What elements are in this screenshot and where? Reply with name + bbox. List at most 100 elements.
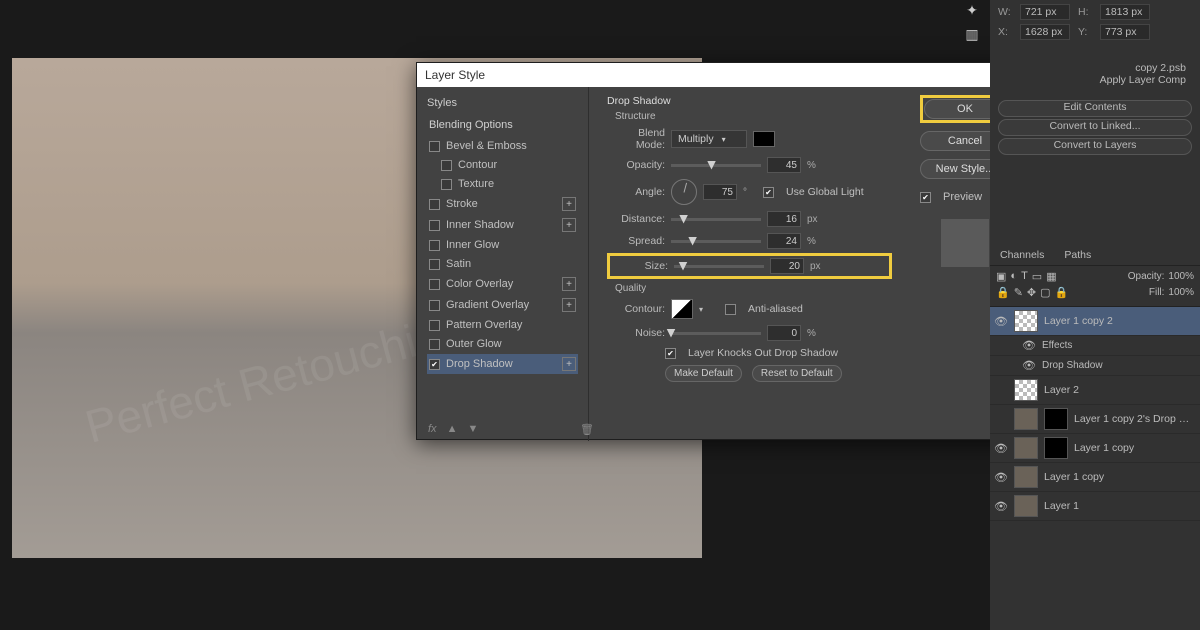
plus-icon[interactable]: + (562, 357, 576, 371)
fill-value[interactable]: 100% (1168, 287, 1194, 298)
plus-icon[interactable]: + (562, 218, 576, 232)
visibility-icon[interactable]: 👁 (994, 442, 1008, 455)
plus-icon[interactable]: + (562, 298, 576, 312)
style-outer-glow[interactable]: Outer Glow (427, 335, 578, 353)
effect-checkbox[interactable] (441, 160, 452, 171)
sparkle-icon[interactable]: ✦ (963, 2, 981, 20)
visibility-icon[interactable]: 👁 (994, 471, 1008, 484)
spread-slider[interactable] (671, 240, 761, 243)
distance-input[interactable] (767, 211, 801, 227)
smart-icon[interactable]: ▦ (1046, 270, 1056, 283)
reset-default-button[interactable]: Reset to Default (752, 365, 842, 382)
style-drop-shadow[interactable]: Drop Shadow+ (427, 354, 578, 374)
noise-input[interactable] (767, 325, 801, 341)
bars-icon[interactable]: ▥ (963, 26, 981, 44)
effect-checkbox[interactable] (429, 359, 440, 370)
effect-checkbox[interactable] (429, 199, 440, 210)
effect-checkbox[interactable] (429, 320, 440, 331)
w-value[interactable]: 721 px (1020, 4, 1070, 20)
spread-input[interactable] (767, 233, 801, 249)
knockout-checkbox[interactable] (665, 348, 676, 359)
edit-contents-button[interactable]: Edit Contents (998, 100, 1192, 117)
lock-all-icon[interactable]: 🔒 (1055, 286, 1069, 299)
dialog-titlebar[interactable]: Layer Style ✕ (417, 63, 1020, 87)
effect-checkbox[interactable] (429, 279, 440, 290)
h-value[interactable]: 1813 px (1100, 4, 1150, 20)
effect-checkbox[interactable] (429, 300, 440, 311)
layer-row[interactable]: 👁Layer 1 copy 2 (990, 307, 1200, 336)
mask-thumbnail[interactable] (1044, 437, 1068, 459)
shadow-color-swatch[interactable] (753, 131, 775, 147)
shape-icon[interactable]: ▭ (1032, 270, 1042, 283)
layer-row[interactable]: 👁Layer 1 copy (990, 463, 1200, 492)
opacity-slider[interactable] (671, 164, 761, 167)
style-inner-shadow[interactable]: Inner Shadow+ (427, 215, 578, 235)
opacity-input[interactable] (767, 157, 801, 173)
size-slider[interactable] (674, 265, 764, 268)
effect-checkbox[interactable] (441, 179, 452, 190)
effect-checkbox[interactable] (429, 339, 440, 350)
visibility-icon[interactable]: 👁 (994, 500, 1008, 513)
trash-icon[interactable]: 🗑 (580, 423, 594, 436)
filter-icon[interactable]: ▣ (996, 270, 1006, 283)
effect-checkbox[interactable] (429, 141, 440, 152)
text-icon[interactable]: T (1021, 270, 1028, 283)
antialiased-checkbox[interactable] (725, 304, 736, 315)
convert-linked-button[interactable]: Convert to Linked... (998, 119, 1192, 136)
style-color-overlay[interactable]: Color Overlay+ (427, 274, 578, 294)
style-bevel-emboss[interactable]: Bevel & Emboss (427, 137, 578, 155)
style-gradient-overlay[interactable]: Gradient Overlay+ (427, 295, 578, 315)
angle-input[interactable] (703, 184, 737, 200)
layer-thumbnail[interactable] (1014, 408, 1038, 430)
plus-icon[interactable]: + (562, 277, 576, 291)
style-satin[interactable]: Satin (427, 255, 578, 273)
blending-options[interactable]: Blending Options (427, 115, 578, 135)
visibility-icon[interactable]: 👁 (1022, 339, 1036, 352)
style-texture[interactable]: Texture (427, 175, 578, 193)
size-input[interactable] (770, 258, 804, 274)
make-default-button[interactable]: Make Default (665, 365, 742, 382)
convert-layers-button[interactable]: Convert to Layers (998, 138, 1192, 155)
layer-row[interactable]: Layer 2 (990, 376, 1200, 405)
tab-paths[interactable]: Paths (1054, 245, 1101, 265)
effect-checkbox[interactable] (429, 220, 440, 231)
effect-checkbox[interactable] (429, 259, 440, 270)
y-value[interactable]: 773 px (1100, 24, 1150, 40)
preview-checkbox[interactable] (920, 192, 931, 203)
style-contour[interactable]: Contour (427, 156, 578, 174)
opacity-value[interactable]: 100% (1168, 271, 1194, 282)
noise-slider[interactable] (671, 332, 761, 335)
move-icon[interactable]: ✥ (1027, 286, 1036, 299)
layer-row[interactable]: 👁Layer 1 copy (990, 434, 1200, 463)
layer-thumbnail[interactable] (1014, 310, 1038, 332)
layer-thumbnail[interactable] (1014, 495, 1038, 517)
layer-thumbnail[interactable] (1014, 466, 1038, 488)
artboard-icon[interactable]: ▢ (1040, 286, 1050, 299)
global-light-checkbox[interactable] (763, 187, 774, 198)
apply-layer-comp[interactable]: Apply Layer Comp (998, 74, 1192, 86)
plus-icon[interactable]: + (562, 197, 576, 211)
layer-row[interactable]: 👁Effects (990, 336, 1200, 356)
fx-icon[interactable]: fx (428, 423, 437, 435)
style-stroke[interactable]: Stroke+ (427, 194, 578, 214)
distance-slider[interactable] (671, 218, 761, 221)
brush-icon[interactable]: ✎ (1014, 286, 1023, 299)
mask-thumbnail[interactable] (1044, 408, 1068, 430)
effect-checkbox[interactable] (429, 240, 440, 251)
up-arrow-icon[interactable]: ▲ (447, 423, 458, 435)
layer-row[interactable]: Layer 1 copy 2's Drop Shadow (990, 405, 1200, 434)
style-pattern-overlay[interactable]: Pattern Overlay (427, 316, 578, 334)
layer-row[interactable]: 👁Drop Shadow (990, 356, 1200, 376)
style-inner-glow[interactable]: Inner Glow (427, 236, 578, 254)
blend-mode-select[interactable]: Multiply (671, 130, 747, 148)
contour-picker[interactable] (671, 299, 693, 319)
adjust-icon[interactable]: ◐ (1010, 270, 1017, 283)
layer-thumbnail[interactable] (1014, 379, 1038, 401)
x-value[interactable]: 1628 px (1020, 24, 1070, 40)
visibility-icon[interactable]: 👁 (994, 315, 1008, 328)
down-arrow-icon[interactable]: ▼ (467, 423, 478, 435)
layer-thumbnail[interactable] (1014, 437, 1038, 459)
visibility-icon[interactable]: 👁 (1022, 359, 1036, 372)
layer-row[interactable]: 👁Layer 1 (990, 492, 1200, 521)
lock-icon[interactable]: 🔒 (996, 286, 1010, 299)
